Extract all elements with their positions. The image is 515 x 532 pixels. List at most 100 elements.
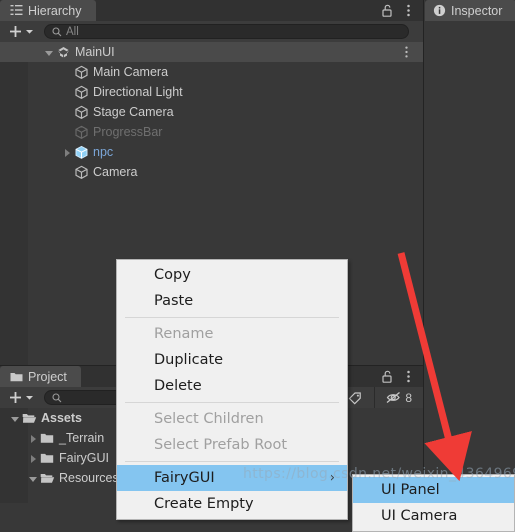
expander-right-icon[interactable]: [28, 453, 39, 464]
expander-down-icon[interactable]: [10, 413, 21, 424]
hierarchy-item-label: Directional Light: [93, 85, 183, 99]
hierarchy-item-camera[interactable]: Camera: [0, 162, 423, 182]
eye-hidden-icon: [386, 391, 401, 404]
tab-hierarchy[interactable]: Hierarchy: [0, 0, 96, 21]
menu-item-label: Duplicate: [154, 352, 224, 368]
menu-item-create-empty[interactable]: Create Empty: [117, 491, 347, 517]
hierarchy-item-mainui[interactable]: MainUI: [0, 42, 423, 62]
hierarchy-item-label: ProgressBar: [93, 125, 163, 139]
chevron-down-icon: [26, 30, 33, 34]
expander-down-icon[interactable]: [44, 47, 55, 58]
folder-icon: [10, 370, 23, 383]
menu-item-label: Select Children: [154, 411, 264, 427]
context-menu[interactable]: Copy Paste Rename Duplicate Delete Select Chi…: [116, 259, 348, 520]
submenu-item-label: UI Camera: [381, 508, 458, 524]
search-icon: [52, 392, 62, 402]
fairygui-submenu[interactable]: UI Panel UI Camera: [352, 474, 515, 532]
hierarchy-item-main-camera[interactable]: Main Camera: [0, 62, 423, 82]
unity-scene-icon: [56, 45, 71, 60]
hierarchy-search-placeholder: All: [66, 25, 79, 38]
hierarchy-item-label: npc: [93, 145, 114, 159]
menu-item-select-prefab-root: Select Prefab Root: [117, 432, 347, 458]
tab-inspector-label: Inspector: [451, 3, 503, 18]
plus-icon: [10, 26, 21, 37]
search-icon: [52, 26, 62, 36]
prefab-cube-icon: [74, 145, 89, 160]
expander-placeholder: [62, 127, 73, 138]
menu-separator: [125, 461, 339, 462]
gameobject-cube-icon: [74, 165, 89, 180]
hierarchy-toolbar: All: [0, 21, 423, 42]
hierarchy-item-npc[interactable]: npc: [0, 142, 423, 162]
menu-separator: [125, 402, 339, 403]
gameobject-cube-icon: [74, 105, 89, 120]
hierarchy-item-label: Camera: [93, 165, 138, 179]
visibility-toggle-button[interactable]: 8: [381, 387, 417, 408]
project-item-label: FairyGUI: [59, 451, 109, 465]
gameobject-cube-icon: [74, 125, 89, 140]
tab-project[interactable]: Project: [0, 366, 81, 387]
menu-item-rename: Rename: [117, 321, 347, 347]
chevron-down-icon: [26, 396, 33, 400]
menu-item-delete[interactable]: Delete: [117, 373, 347, 399]
folder-open-icon: [22, 411, 37, 426]
inspector-tabbar: Inspector: [425, 0, 515, 21]
tab-inspector[interactable]: Inspector: [425, 0, 515, 21]
lock-open-icon[interactable]: [380, 3, 395, 18]
tab-project-label: Project: [28, 369, 67, 384]
chevron-right-icon: ›: [329, 470, 335, 486]
expander-right-icon[interactable]: [28, 433, 39, 444]
submenu-item-label: UI Panel: [381, 482, 440, 498]
toolbar-divider-2: [374, 387, 376, 408]
folder-open-icon: [40, 471, 55, 486]
menu-item-label: Create Empty: [154, 496, 254, 512]
visibility-count: 8: [405, 390, 412, 405]
expander-placeholder: [62, 107, 73, 118]
inspector-panel: Inspector: [425, 0, 515, 503]
hierarchy-item-progressbar[interactable]: ProgressBar: [0, 122, 423, 142]
expander-down-icon[interactable]: [28, 473, 39, 484]
menu-item-copy[interactable]: Copy: [117, 262, 347, 288]
hierarchy-item-directional-light[interactable]: Directional Light: [0, 82, 423, 102]
gameobject-cube-icon: [74, 85, 89, 100]
menu-item-label: Rename: [154, 326, 214, 342]
folder-closed-icon: [40, 451, 55, 466]
plus-icon: [10, 392, 21, 403]
menu-item-label: Delete: [154, 378, 202, 394]
hierarchy-icon: [10, 4, 23, 17]
menu-item-duplicate[interactable]: Duplicate: [117, 347, 347, 373]
hierarchy-item-label: MainUI: [75, 45, 115, 59]
expander-right-icon[interactable]: [62, 147, 73, 158]
hierarchy-item-label: Stage Camera: [93, 105, 174, 119]
menu-item-label: FairyGUI: [154, 470, 215, 486]
tag-icon: [348, 391, 362, 405]
menu-item-paste[interactable]: Paste: [117, 288, 347, 314]
project-create-button[interactable]: [6, 390, 36, 405]
submenu-item-ui-camera[interactable]: UI Camera: [353, 503, 514, 529]
project-item-label: Assets: [41, 411, 82, 425]
kebab-menu-icon[interactable]: [402, 3, 415, 18]
expander-placeholder: [62, 87, 73, 98]
menu-item-label: Paste: [154, 293, 194, 309]
menu-item-label: Copy: [154, 267, 191, 283]
menu-item-fairygui[interactable]: FairyGUI ›: [117, 465, 347, 491]
info-icon: [433, 4, 446, 17]
project-item-label: _Terrain: [59, 431, 105, 445]
hierarchy-tabbar: Hierarchy: [0, 0, 423, 21]
gameobject-cube-icon: [74, 65, 89, 80]
project-item-label: Resources: [59, 471, 119, 485]
row-kebab-menu-icon[interactable]: [400, 45, 413, 59]
folder-closed-icon: [40, 431, 55, 446]
menu-item-select-children: Select Children: [117, 406, 347, 432]
expander-placeholder: [62, 67, 73, 78]
menu-item-label: Select Prefab Root: [154, 437, 288, 453]
menu-separator: [125, 317, 339, 318]
create-button[interactable]: [6, 24, 36, 39]
submenu-item-ui-panel[interactable]: UI Panel: [353, 477, 514, 503]
expander-placeholder: [62, 167, 73, 178]
hierarchy-item-stage-camera[interactable]: Stage Camera: [0, 102, 423, 122]
hierarchy-search-input[interactable]: All: [44, 24, 409, 39]
lock-open-icon[interactable]: [380, 369, 395, 384]
kebab-menu-icon[interactable]: [402, 369, 415, 384]
hierarchy-item-label: Main Camera: [93, 65, 169, 79]
